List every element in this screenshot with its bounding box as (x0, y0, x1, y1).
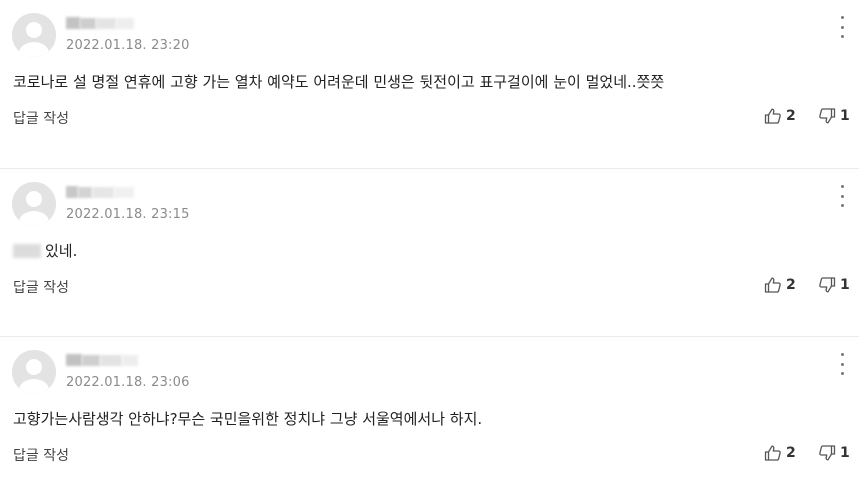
comment-item: 2022.01.18. 23:15 있네. 답글 작성 2 1 (0, 168, 859, 336)
comment-timestamp: 2022.01.18. 23:06 (66, 375, 190, 390)
thumbs-down-icon (819, 108, 836, 124)
username-masked[interactable] (66, 351, 144, 369)
more-vertical-icon (840, 353, 844, 356)
dislike-button[interactable]: 1 (818, 275, 850, 295)
avatar[interactable] (12, 182, 56, 226)
thumbs-down-icon (819, 445, 836, 461)
more-vertical-icon (840, 185, 844, 188)
dislike-button[interactable]: 1 (818, 443, 850, 463)
more-vertical-icon (840, 16, 844, 19)
comment-body: 있네. (45, 242, 78, 260)
avatar[interactable] (12, 13, 56, 57)
like-button[interactable]: 2 (764, 443, 796, 463)
thumbs-up-icon (764, 108, 781, 124)
avatar[interactable] (12, 350, 56, 394)
comment-item: 2022.01.18. 23:06 고향가는사람생각 안하냐?무슨 국민을위한 … (0, 336, 859, 477)
masked-text (13, 243, 41, 258)
comment-text: 있네. (13, 240, 77, 261)
like-button[interactable]: 2 (764, 275, 796, 295)
more-options-button[interactable] (839, 16, 845, 38)
username-masked[interactable] (66, 14, 144, 32)
reply-button[interactable]: 답글 작성 (13, 277, 69, 297)
comment-body: 코로나로 설 명절 연휴에 고향 가는 열차 예약도 어려운데 민생은 뒷전이고… (13, 73, 665, 91)
like-count: 2 (786, 108, 796, 124)
default-avatar-icon (12, 182, 56, 226)
like-count: 2 (786, 445, 796, 461)
dislike-count: 1 (840, 277, 850, 293)
dislike-count: 1 (840, 108, 850, 124)
comment-timestamp: 2022.01.18. 23:15 (66, 207, 190, 222)
more-options-button[interactable] (839, 185, 845, 207)
dislike-button[interactable]: 1 (818, 106, 850, 126)
reply-button[interactable]: 답글 작성 (13, 445, 69, 465)
comment-item: 2022.01.18. 23:20 코로나로 설 명절 연휴에 고향 가는 열차… (0, 0, 859, 168)
comment-text: 코로나로 설 명절 연휴에 고향 가는 열차 예약도 어려운데 민생은 뒷전이고… (13, 71, 664, 92)
more-options-button[interactable] (839, 353, 845, 375)
reply-button[interactable]: 답글 작성 (13, 108, 69, 128)
default-avatar-icon (12, 350, 56, 394)
comment-text: 고향가는사람생각 안하냐?무슨 국민을위한 정치냐 그냥 서울역에서나 하지. (13, 408, 482, 429)
comment-timestamp: 2022.01.18. 23:20 (66, 38, 190, 53)
dislike-count: 1 (840, 445, 850, 461)
username-masked[interactable] (66, 183, 144, 201)
default-avatar-icon (12, 13, 56, 57)
thumbs-up-icon (764, 445, 781, 461)
comment-body: 고향가는사람생각 안하냐?무슨 국민을위한 정치냐 그냥 서울역에서나 하지. (13, 410, 483, 428)
comment-list: 2022.01.18. 23:20 코로나로 설 명절 연휴에 고향 가는 열차… (0, 0, 859, 477)
thumbs-down-icon (819, 277, 836, 293)
thumbs-up-icon (764, 277, 781, 293)
like-count: 2 (786, 277, 796, 293)
like-button[interactable]: 2 (764, 106, 796, 126)
